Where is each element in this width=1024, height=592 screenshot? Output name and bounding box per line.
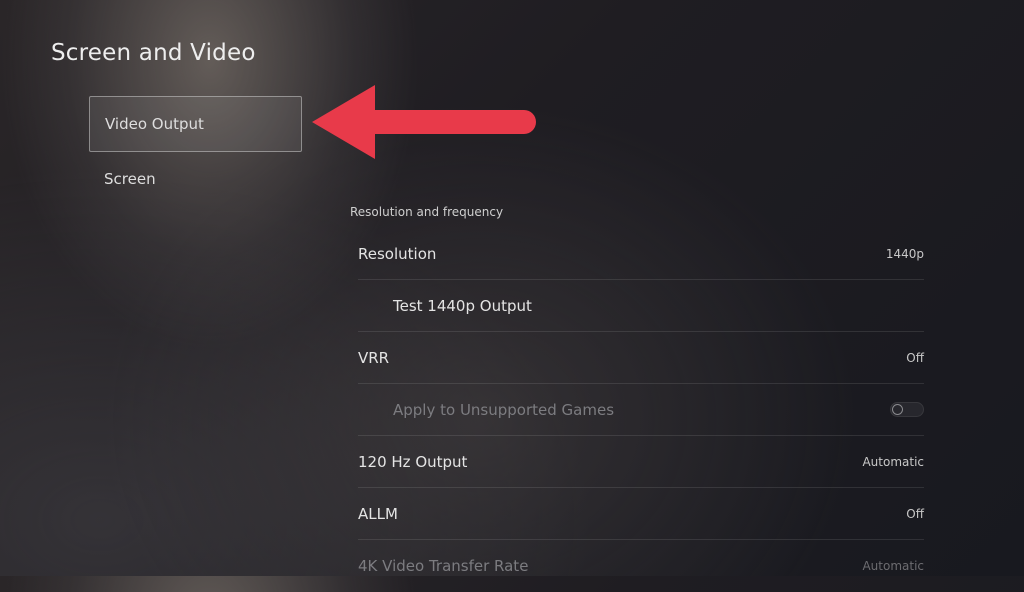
setting-label: ALLM	[358, 504, 398, 523]
setting-label: VRR	[358, 348, 390, 367]
setting-row-test-output[interactable]: Test 1440p Output	[358, 280, 924, 332]
setting-row-apply-unsupported: Apply to Unsupported Games	[358, 384, 924, 436]
toggle-knob	[892, 404, 903, 415]
setting-value: Automatic	[862, 559, 924, 573]
setting-row-120hz[interactable]: 120 Hz Output Automatic	[358, 436, 924, 488]
menu-item-screen[interactable]: Screen	[89, 152, 302, 206]
setting-value: Automatic	[862, 454, 924, 469]
setting-row-4k-transfer: 4K Video Transfer Rate Automatic	[358, 540, 924, 592]
menu-item-label: Screen	[104, 170, 156, 188]
setting-value: Off	[906, 506, 924, 521]
setting-label: 4K Video Transfer Rate	[358, 557, 529, 575]
setting-row-allm[interactable]: ALLM Off	[358, 488, 924, 540]
toggle-switch	[890, 402, 924, 417]
settings-list: Resolution 1440p Test 1440p Output VRR O…	[358, 228, 924, 592]
setting-label: Apply to Unsupported Games	[393, 400, 615, 419]
setting-label: Resolution	[358, 244, 437, 263]
setting-value: Off	[906, 350, 924, 365]
setting-label: 120 Hz Output	[358, 452, 468, 471]
setting-row-resolution[interactable]: Resolution 1440p	[358, 228, 924, 280]
section-title: Resolution and frequency	[350, 205, 504, 219]
red-arrow-annotation	[312, 85, 536, 159]
setting-row-vrr[interactable]: VRR Off	[358, 332, 924, 384]
side-menu: Video Output Screen	[89, 96, 302, 206]
menu-item-label: Video Output	[105, 115, 204, 133]
setting-label: Test 1440p Output	[393, 296, 532, 315]
page-title: Screen and Video	[51, 40, 256, 66]
arrow-shape	[312, 85, 536, 159]
menu-item-video-output[interactable]: Video Output	[89, 96, 302, 152]
setting-value: 1440p	[885, 246, 924, 261]
